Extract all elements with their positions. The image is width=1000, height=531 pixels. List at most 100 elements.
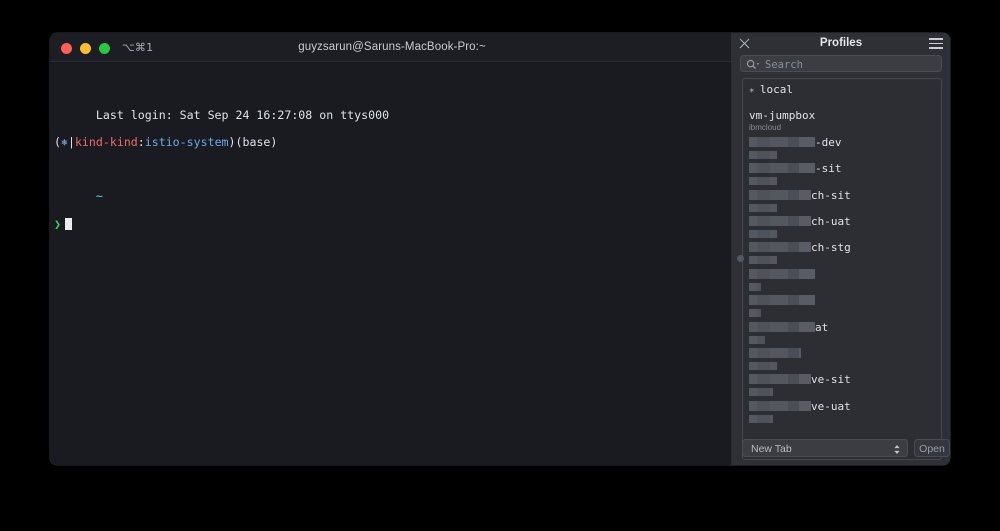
profile-subtitle <box>749 98 941 108</box>
redaction-block <box>757 203 770 212</box>
redaction-block <box>788 242 799 253</box>
profile-name-text: vm-jumpbox <box>749 109 816 123</box>
open-action-selected-value: New Tab <box>751 443 792 455</box>
profile-name-text: -sit <box>815 162 842 176</box>
profile-name: ch-uat <box>749 215 941 229</box>
prompt-colon: : <box>137 134 145 149</box>
redaction-block <box>749 177 757 186</box>
profile-name <box>749 268 941 282</box>
prompt-pipe: | <box>67 134 75 149</box>
redaction-block <box>788 374 799 385</box>
redaction-block <box>757 347 770 358</box>
redacted-text-bar <box>749 374 811 385</box>
redaction-block <box>757 309 761 318</box>
redaction-block <box>749 242 757 253</box>
profile-subtitle: ibmcloud <box>749 123 782 133</box>
profile-name-text: ch-uat <box>811 214 851 228</box>
profile-subtitle <box>749 414 941 426</box>
profiles-panel: Profiles Search ✶ local vm-jumpbox ibmclo… <box>732 33 950 465</box>
profile-list-item[interactable] <box>743 268 941 294</box>
profile-name-text: ch-stg <box>811 241 851 255</box>
hamburger-icon[interactable] <box>929 38 943 49</box>
terminal-window: ⌥⌘1 guyzsarun@Saruns-MacBook-Pro:~ Last … <box>50 33 734 465</box>
k8s-cluster-name: kind-kind <box>74 134 138 149</box>
redaction-block <box>757 150 770 159</box>
open-action-select[interactable]: New Tab <box>742 439 908 457</box>
redaction-block <box>770 361 777 370</box>
profile-subtitle <box>749 150 941 162</box>
redaction-block <box>770 215 788 226</box>
open-button[interactable]: Open <box>914 439 950 457</box>
profile-subtitle <box>749 335 941 347</box>
helm-icon: ⎈ <box>60 134 68 149</box>
hamburger-line <box>929 38 943 40</box>
redacted-text-bar <box>749 282 761 291</box>
search-input[interactable]: Search <box>740 55 942 72</box>
profile-list-item[interactable]: vm-jumpbox ibmcloud <box>743 109 941 135</box>
redaction-block <box>749 295 757 306</box>
redacted-text-bar <box>749 414 773 423</box>
profile-name-text: local <box>759 83 793 96</box>
profile-list-item[interactable]: ch-sit <box>743 189 941 215</box>
terminal-line-prompt-context: (⎈|kind-kind:istio-system)(base) <box>54 134 726 150</box>
redaction-block <box>799 321 815 332</box>
redaction-block <box>749 203 757 212</box>
profile-name: vm-jumpbox <box>749 109 941 123</box>
profile-subtitle <box>749 308 941 320</box>
list-scroll-indicator[interactable] <box>737 255 744 262</box>
profile-name: ve-sit <box>749 373 941 387</box>
redaction-block <box>799 400 811 411</box>
terminal-output-area[interactable]: Last login: Sat Sep 24 16:27:08 on ttys0… <box>50 61 734 465</box>
profile-name-text: ch-sit <box>811 188 851 202</box>
profile-list-item[interactable]: ch-uat <box>743 215 941 241</box>
redaction-block <box>757 321 770 332</box>
profile-list-item[interactable]: at <box>743 321 941 347</box>
redaction-block <box>749 282 757 291</box>
profile-list-item[interactable]: -dev <box>743 136 941 162</box>
redaction-block <box>770 136 788 147</box>
profiles-search-row: Search <box>740 55 942 72</box>
redaction-block <box>757 282 761 291</box>
profile-list-item[interactable]: -sit <box>743 162 941 188</box>
redacted-text-bar <box>749 295 815 306</box>
profile-list-item[interactable]: ch-stg <box>743 241 941 267</box>
profile-list-item[interactable]: ve-uat <box>743 400 941 426</box>
redaction-block <box>749 136 757 147</box>
profile-name-text: ve-uat <box>811 399 851 413</box>
open-button-label: Open <box>919 443 945 455</box>
redaction-block <box>799 163 815 174</box>
profile-list-item[interactable]: ✶ local <box>743 83 941 109</box>
redaction-block <box>770 400 788 411</box>
current-directory: ~ <box>95 189 103 204</box>
redaction-block <box>749 215 757 226</box>
profile-name: ✶ local <box>749 83 941 98</box>
profile-list-item[interactable] <box>743 294 941 320</box>
redaction-block <box>757 163 770 174</box>
profiles-list[interactable]: ✶ local vm-jumpbox ibmcloud -dev -sit ch-sit… <box>742 78 942 460</box>
redaction-block <box>749 150 757 159</box>
redaction-block <box>770 268 788 279</box>
redaction-block <box>770 177 777 186</box>
chevron-updown-icon[interactable] <box>893 444 901 455</box>
terminal-titlebar[interactable]: ⌥⌘1 guyzsarun@Saruns-MacBook-Pro:~ <box>50 33 734 62</box>
redaction-block <box>757 361 770 370</box>
profile-name: -dev <box>749 136 941 150</box>
profile-subtitle <box>749 203 941 215</box>
search-icon[interactable] <box>746 59 760 70</box>
profile-list-item[interactable]: ve-sit <box>743 373 941 399</box>
redaction-block <box>770 189 788 200</box>
profile-name: at <box>749 321 941 335</box>
redacted-text-bar <box>749 242 811 253</box>
profile-list-item[interactable] <box>743 347 941 373</box>
profile-subtitle <box>749 361 941 373</box>
profile-subtitle <box>749 176 941 188</box>
conda-env-label: (base) <box>235 134 278 149</box>
redaction-block <box>770 347 788 358</box>
redacted-text-bar <box>749 256 777 265</box>
redaction-block <box>788 215 799 226</box>
paren-open: ( <box>54 134 61 149</box>
profile-name <box>749 294 941 308</box>
redaction-block <box>770 242 788 253</box>
redacted-text-bar <box>749 136 815 147</box>
redaction-block <box>770 388 773 397</box>
